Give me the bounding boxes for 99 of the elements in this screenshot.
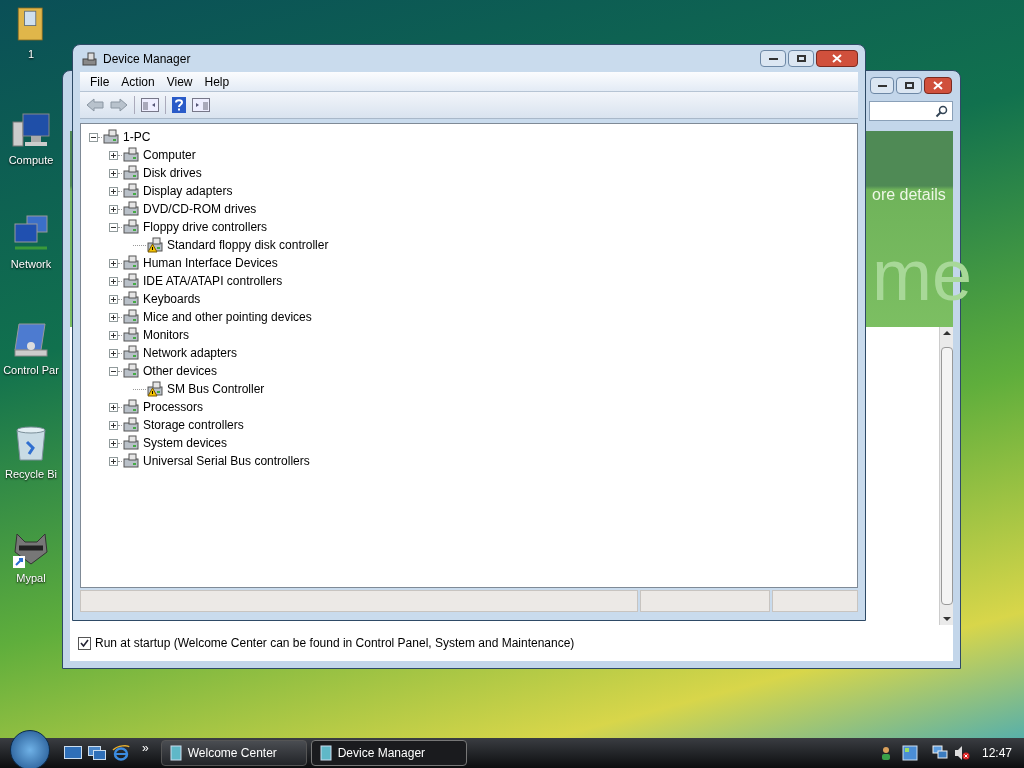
switch-windows-icon[interactable]	[88, 746, 106, 760]
tree-item[interactable]: DVD/CD-ROM drives	[142, 200, 258, 218]
control-panel-icon[interactable]	[11, 320, 51, 360]
device-icon	[102, 129, 120, 145]
tree-item[interactable]: Monitors	[142, 326, 190, 344]
expand-toggle[interactable]	[109, 150, 118, 160]
network-icon[interactable]	[931, 745, 948, 761]
tree-item[interactable]: Mice and other pointing devices	[142, 308, 313, 326]
device-manager-icon	[82, 50, 98, 67]
help-icon[interactable]	[172, 97, 186, 113]
tree-item[interactable]: Disk drives	[142, 164, 203, 182]
show-desktop-icon[interactable]	[64, 746, 82, 760]
desktop-icon-label[interactable]: Recycle Bi	[5, 466, 57, 483]
tree-item[interactable]: System devices	[142, 434, 229, 452]
tree-item[interactable]: Computer	[142, 146, 197, 164]
device-icon	[122, 147, 140, 163]
window-icon	[319, 745, 332, 761]
expand-toggle[interactable]	[109, 330, 118, 340]
overflow-chevron[interactable]: »	[142, 739, 149, 757]
tree-item[interactable]: Floppy drive controllers	[142, 218, 269, 236]
tree-item[interactable]: Other devices	[142, 362, 219, 380]
tree-item[interactable]: SM Bus Controller	[166, 380, 266, 398]
device-icon	[122, 417, 140, 433]
tree-item[interactable]: 1-PC	[122, 128, 152, 146]
tree-item[interactable]: Keyboards	[142, 290, 202, 308]
expand-toggle[interactable]	[109, 456, 118, 466]
device-icon	[122, 327, 140, 343]
tree-item[interactable]: Display adapters	[142, 182, 234, 200]
close-icon	[933, 81, 943, 90]
tree-item[interactable]: Human Interface Devices	[142, 254, 279, 272]
maximize-button[interactable]	[788, 50, 814, 67]
scrollbar[interactable]	[939, 327, 953, 625]
device-icon	[122, 309, 140, 325]
device-icon	[122, 219, 140, 235]
console-tree-icon[interactable]	[141, 98, 159, 112]
menu-item[interactable]: Action	[115, 71, 161, 92]
close-button[interactable]	[816, 50, 858, 67]
minimize-button[interactable]	[870, 77, 894, 94]
close-button[interactable]	[924, 77, 952, 94]
tree-item[interactable]: Universal Serial Bus controllers	[142, 452, 311, 470]
desktop-icon-label[interactable]: Network	[10, 256, 52, 273]
browser-icon[interactable]	[112, 744, 130, 762]
desktop-icon-label[interactable]: 1	[27, 46, 35, 63]
menu-item[interactable]: Help	[198, 71, 236, 92]
scroll-down-icon	[942, 617, 951, 621]
menu-item[interactable]: View	[160, 71, 199, 92]
start-button[interactable]	[10, 730, 50, 768]
sidebar-icon[interactable]	[901, 745, 918, 761]
menu-item[interactable]: File	[84, 71, 116, 92]
device-icon	[122, 291, 140, 307]
action-pane-icon[interactable]	[192, 98, 210, 112]
expand-toggle[interactable]	[109, 186, 118, 196]
device-icon	[122, 165, 140, 181]
collapse-toggle[interactable]	[89, 132, 98, 142]
device-icon	[122, 273, 140, 289]
device-icon	[122, 255, 140, 271]
tree-item[interactable]: Processors	[142, 398, 205, 416]
expand-toggle[interactable]	[109, 312, 118, 322]
maximize-button[interactable]	[896, 77, 922, 94]
scroll-thumb[interactable]	[940, 347, 953, 605]
window-title: Device Manager	[103, 50, 191, 68]
expand-toggle[interactable]	[109, 294, 118, 304]
desktop-icon-label[interactable]: Control Par	[3, 362, 59, 379]
expand-toggle[interactable]	[109, 204, 118, 214]
tree-item[interactable]: Network adapters	[142, 344, 239, 362]
device-icon	[122, 453, 140, 469]
search-field[interactable]	[869, 101, 953, 121]
expand-toggle[interactable]	[109, 348, 118, 358]
collapse-toggle[interactable]	[109, 366, 118, 376]
collapse-toggle[interactable]	[109, 222, 118, 232]
expand-toggle[interactable]	[109, 402, 118, 412]
device-icon	[122, 399, 140, 415]
checkbox-label: Run at startup (Welcome Center can be found in Control Panel, System and Maintenance)	[95, 635, 575, 652]
tree-item[interactable]: IDE ATA/ATAPI controllers	[142, 272, 284, 290]
tree-item[interactable]: Standard floppy disk controller	[166, 236, 330, 254]
taskbar-button[interactable]: Device Manager	[310, 740, 467, 766]
taskbar-button[interactable]: Welcome Center	[160, 740, 307, 766]
expand-toggle[interactable]	[109, 438, 118, 448]
clock[interactable]: 12:47	[981, 744, 1012, 762]
device-icon	[122, 201, 140, 217]
expand-toggle[interactable]	[109, 276, 118, 286]
muted-speaker-icon[interactable]	[953, 745, 970, 761]
tree-item[interactable]: Storage controllers	[142, 416, 245, 434]
search-icon	[935, 104, 948, 118]
device-icon	[122, 345, 140, 361]
computer-icon[interactable]	[11, 110, 51, 150]
expand-toggle[interactable]	[109, 420, 118, 430]
device-icon	[122, 363, 140, 379]
desktop-icon-label[interactable]: Compute	[8, 152, 54, 169]
expand-toggle[interactable]	[109, 258, 118, 268]
device-icon	[122, 435, 140, 451]
device-icon	[122, 183, 140, 199]
checkbox[interactable]	[78, 636, 91, 650]
window-icon	[169, 745, 182, 761]
close-icon	[832, 54, 842, 63]
minimize-button[interactable]	[760, 50, 786, 67]
expand-toggle[interactable]	[109, 168, 118, 178]
banner-text: ore details	[872, 185, 946, 205]
scroll-up-icon	[942, 331, 951, 335]
